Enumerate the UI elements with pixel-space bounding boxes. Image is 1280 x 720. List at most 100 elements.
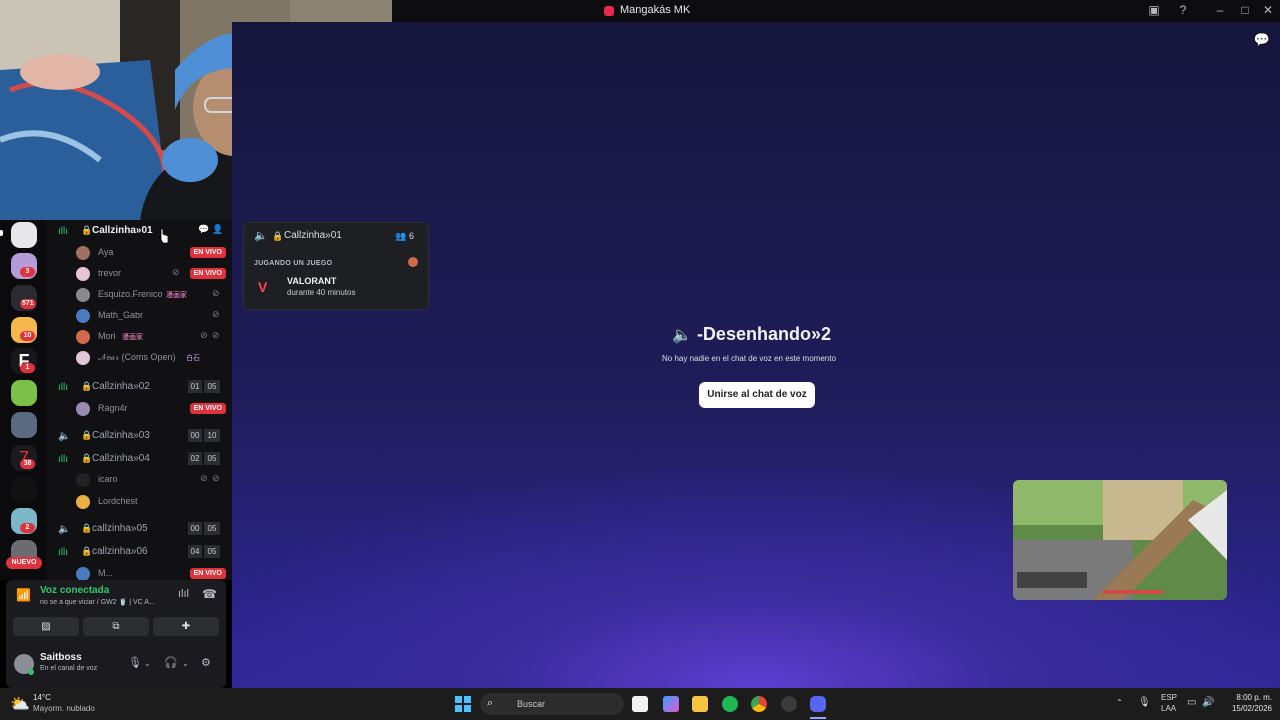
channel-title-text: -Desenhando»2 xyxy=(696,324,831,344)
title-bar: Mangakás MK ▣ ? – □ ✕ xyxy=(392,0,1280,22)
voice-user[interactable]: Lordchest xyxy=(76,493,226,511)
user-count: 04 xyxy=(188,545,202,558)
minimize-button[interactable]: – xyxy=(1210,3,1230,17)
network-icon[interactable]: ▭ xyxy=(1187,697,1196,708)
chevron-up-icon[interactable]: ⌃ xyxy=(1116,698,1123,707)
chevron-down-icon[interactable]: ⌄ xyxy=(182,659,189,668)
voice-channel-callzinha06[interactable]: ıllı 🔒 callzinha»06 04 05 xyxy=(54,543,228,561)
mic-icon[interactable]: 🎙 xyxy=(1138,697,1151,708)
user-name: Math_Gabr xyxy=(98,310,144,320)
disconnect-icon[interactable]: ☎ xyxy=(202,587,217,601)
activity-section-label: JUGANDO UN JUEGO xyxy=(254,260,333,267)
window-title: Mangakás MK xyxy=(620,4,691,16)
main-voice-area: 💬 🔈 -Desenhando»2 No hay nadie en el cha… xyxy=(232,22,1280,688)
discord-icon[interactable] xyxy=(810,696,826,712)
user-name: icaro xyxy=(98,474,118,484)
close-button[interactable]: ✕ xyxy=(1258,3,1278,17)
copilot-icon[interactable] xyxy=(663,696,679,712)
voice-channel-callzinha02[interactable]: ıllı 🔒 Callzinha»02 01 05 xyxy=(54,378,228,396)
voice-channel-callzinha04[interactable]: ıllı 🔒 Callzinha»04 02 05 xyxy=(54,450,228,468)
lock-icon: 🔒 xyxy=(81,523,93,533)
user-name: Aya xyxy=(98,247,114,257)
user-name[interactable]: Saitboss xyxy=(40,652,82,663)
language-top[interactable]: ESP xyxy=(1161,693,1177,702)
add-member-icon[interactable]: 👤 xyxy=(212,224,223,235)
voice-channel-callzinha05[interactable]: 🔈 🔒 callzinha»05 00 05 xyxy=(54,520,228,538)
file-explorer-icon[interactable] xyxy=(692,696,708,712)
windows-start-icon[interactable] xyxy=(455,696,471,717)
weather-temp[interactable]: 14°C xyxy=(33,693,51,702)
help-icon[interactable]: ? xyxy=(1173,3,1193,17)
voice-user[interactable]: Ragn4r EN VIVO xyxy=(76,400,226,418)
screen-share-icon[interactable]: ▣ xyxy=(1144,3,1164,17)
status-dot xyxy=(28,669,34,675)
game-name: VALORANT xyxy=(287,276,337,286)
voice-channel-link[interactable]: no se a que viciar / GW2 🥤 | VC A... xyxy=(40,598,155,606)
chevron-down-icon[interactable]: ⌄ xyxy=(144,659,151,668)
avatar xyxy=(76,473,90,487)
activities-button[interactable]: ✚ xyxy=(153,617,219,636)
voice-user[interactable]: M... EN VIVO xyxy=(76,565,226,580)
screen-share-button[interactable]: ⧉ xyxy=(83,617,149,636)
join-voice-button[interactable]: Unirse al chat de voz xyxy=(699,382,815,408)
voice-channel-callzinha03[interactable]: 🔈 🔒 Callzinha»03 00 10 xyxy=(54,427,228,445)
user-name: trevor xyxy=(98,268,122,278)
noise-suppression-icon[interactable]: ılıl xyxy=(178,588,189,600)
maximize-button[interactable]: □ xyxy=(1235,3,1255,17)
signal-icon: 📶 xyxy=(16,588,31,602)
settings-icon[interactable]: ⚙ xyxy=(201,656,211,669)
task-view-icon[interactable] xyxy=(632,696,648,712)
voice-status[interactable]: Voz conectada xyxy=(40,585,109,596)
voice-user[interactable]: Math_Gabr ⊘ xyxy=(76,307,226,325)
voice-channel-callzinha01[interactable]: ıllı 🔒 Callzinha»01 💬 👤 xyxy=(54,222,228,240)
new-badge[interactable]: NUEVO xyxy=(6,557,42,569)
taskbar-search[interactable]: ⌕ Buscar xyxy=(480,693,624,715)
channel-name: Callzinha»03 xyxy=(92,430,150,441)
spotify-icon[interactable] xyxy=(722,696,738,712)
voice-active-icon: ıllı xyxy=(58,226,68,237)
user-name: M... xyxy=(98,568,113,578)
channel-name: Callzinha»01 xyxy=(92,225,153,236)
voice-user[interactable]: Mori 漫画家 ⊘ ⊘ xyxy=(76,328,226,346)
clock-date[interactable]: 15/02/2026 xyxy=(1226,704,1272,713)
avatar xyxy=(76,567,90,580)
speaker-icon: 🔈 xyxy=(254,230,268,242)
weather-desc[interactable]: Mayorm. nublado xyxy=(33,704,95,713)
server-badge: 571 xyxy=(20,299,36,309)
user-limit: 05 xyxy=(204,380,220,393)
server-icon[interactable] xyxy=(11,380,37,406)
channel-name: Callzinha»04 xyxy=(92,453,150,464)
user-limit: 05 xyxy=(204,452,220,465)
lock-icon: 🔒 xyxy=(81,546,93,556)
channel-subtitle: No hay nadie en el chat de voz en este m… xyxy=(662,354,836,363)
avatar xyxy=(76,495,90,509)
app-icon[interactable] xyxy=(781,696,797,712)
voice-user[interactable]: Esquizo.Frenico 漫画家 ⊘ xyxy=(76,286,226,304)
user-limit: 05 xyxy=(204,545,220,558)
server-icon[interactable] xyxy=(11,412,37,438)
chat-icon[interactable]: 💬 xyxy=(1254,32,1270,48)
mic-icon[interactable]: 🎙 xyxy=(128,656,142,669)
clock-time[interactable]: 8:00 p. m. xyxy=(1236,693,1272,702)
chrome-icon[interactable] xyxy=(751,696,767,712)
voice-user[interactable]: trevor ⊘ EN VIVO xyxy=(76,265,226,283)
headset-muted-icon: ⊘ xyxy=(212,330,220,340)
volume-icon[interactable]: 🔊 xyxy=(1202,697,1214,708)
server-icon[interactable] xyxy=(11,222,37,248)
avatar xyxy=(76,246,90,260)
weather-icon[interactable]: ⛅ xyxy=(10,694,30,714)
server-icon[interactable] xyxy=(11,477,37,503)
stream-preview[interactable] xyxy=(1013,480,1227,600)
voice-user[interactable]: icaro ⊘ ⊘ xyxy=(76,471,226,489)
headset-icon[interactable]: 🎧 xyxy=(164,656,178,669)
camera-button[interactable]: ▨ xyxy=(13,617,79,636)
avatar xyxy=(76,309,90,323)
chat-icon[interactable]: 💬 xyxy=(198,224,209,235)
server-pill xyxy=(0,230,3,236)
voice-user[interactable]: 𝒩𝑒𝒶𝓇 (Coms Open) 白石 xyxy=(76,349,226,367)
language-bottom[interactable]: LAA xyxy=(1161,704,1176,713)
popup-member-count: 👥 6 xyxy=(395,231,414,242)
voice-user[interactable]: Aya EN VIVO xyxy=(76,244,226,262)
search-icon: ⌕ xyxy=(487,697,494,709)
user-tag: 白石 xyxy=(186,355,200,362)
